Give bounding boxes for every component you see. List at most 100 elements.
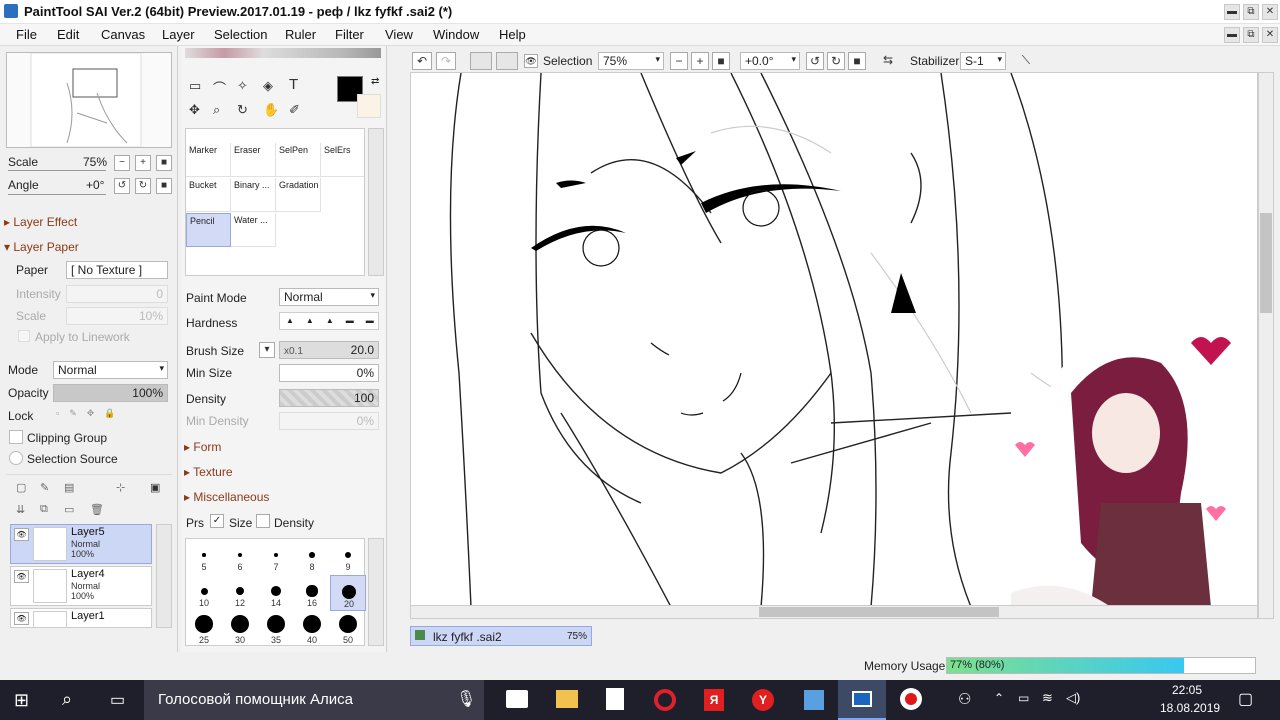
menu-help[interactable]: Help bbox=[499, 27, 526, 42]
visibility-eye-icon[interactable]: 👁 bbox=[14, 528, 29, 541]
layer-effect-header[interactable]: ▸ Layer Effect bbox=[4, 215, 77, 229]
brush-size-preset[interactable]: 8 bbox=[294, 539, 330, 575]
yandex-browser-icon[interactable]: Y bbox=[752, 689, 774, 711]
menu-file[interactable]: File bbox=[16, 27, 37, 42]
visibility-eye-icon[interactable]: 👁 bbox=[14, 612, 29, 625]
rotate-reset-toolbar-button[interactable]: ■ bbox=[848, 52, 866, 70]
brush-size-scrollbar[interactable] bbox=[368, 538, 384, 646]
lock-icons[interactable]: ▫✎✥🔒 bbox=[56, 408, 136, 422]
brush-size-preset[interactable]: 10 bbox=[186, 575, 222, 611]
layer-paper-header[interactable]: ▾ Layer Paper bbox=[4, 240, 79, 254]
brush-size-preset[interactable]: 30 bbox=[222, 611, 258, 647]
brush-size-preset[interactable]: 14 bbox=[258, 575, 294, 611]
clipping-group-checkbox[interactable] bbox=[9, 430, 23, 444]
close-button[interactable]: ✕ bbox=[1262, 4, 1278, 20]
zoom-in-toolbar-button[interactable]: + bbox=[691, 52, 709, 70]
mask-icon[interactable]: ▣ bbox=[150, 481, 160, 494]
yandex-app-icon[interactable]: Я bbox=[704, 689, 724, 711]
color-swatches[interactable] bbox=[185, 48, 381, 58]
rotation-select[interactable]: +0.0° ▾ bbox=[740, 52, 800, 70]
rotate-right-toolbar-button[interactable]: ↻ bbox=[827, 52, 845, 70]
mail-icon[interactable] bbox=[506, 690, 528, 708]
menu-selection[interactable]: Selection bbox=[214, 27, 267, 42]
tool-gradation[interactable]: Gradation bbox=[276, 178, 321, 212]
brush-size-preset[interactable]: 25 bbox=[186, 611, 222, 647]
zoom-out-toolbar-button[interactable]: − bbox=[670, 52, 688, 70]
tool-bucket[interactable]: Bucket bbox=[186, 178, 231, 212]
selection-source-radio[interactable] bbox=[9, 451, 23, 465]
blend-mode-select[interactable]: Normal ▾ bbox=[53, 361, 168, 379]
menu-filter[interactable]: Filter bbox=[335, 27, 364, 42]
new-folder-icon[interactable]: ▤ bbox=[64, 481, 74, 494]
menu-ruler[interactable]: Ruler bbox=[285, 27, 316, 42]
v-scroll-thumb[interactable] bbox=[1260, 213, 1272, 313]
tray-chevron-icon[interactable]: ⌃ bbox=[994, 691, 1004, 705]
doc-minimize-button[interactable]: ▬ bbox=[1224, 27, 1240, 43]
tool-selers[interactable]: SelErs bbox=[321, 143, 364, 177]
doc-close-button[interactable]: ✕ bbox=[1262, 27, 1278, 43]
clock-time[interactable]: 22:05 bbox=[1172, 683, 1202, 697]
brush-size-preset[interactable]: 16 bbox=[294, 575, 330, 611]
zoom-out-button[interactable]: − bbox=[114, 155, 130, 171]
rotate-left-button[interactable]: ↺ bbox=[114, 178, 130, 194]
canvas-v-scrollbar[interactable] bbox=[1258, 72, 1274, 619]
text-tool-icon[interactable]: T bbox=[289, 76, 298, 93]
brush-size-preset[interactable]: 40 bbox=[294, 611, 330, 647]
move-icon[interactable]: ✥ bbox=[189, 102, 200, 118]
menu-edit[interactable]: Edit bbox=[57, 27, 79, 42]
pressure-density-checkbox[interactable] bbox=[256, 514, 270, 528]
menu-canvas[interactable]: Canvas bbox=[101, 27, 145, 42]
new-layer-icon[interactable]: ▢ bbox=[16, 481, 26, 494]
brush-size-preset[interactable]: 35 bbox=[258, 611, 294, 647]
doc-restore-button[interactable]: ⧉ bbox=[1243, 27, 1259, 43]
people-icon[interactable]: ⚇ bbox=[958, 690, 971, 708]
windows-start-icon[interactable]: ⊞ bbox=[14, 690, 29, 711]
secondary-color-swatch[interactable] bbox=[357, 94, 381, 118]
opacity-slider[interactable]: 100% bbox=[53, 384, 168, 402]
min-size-slider[interactable]: 0% bbox=[279, 364, 379, 382]
visibility-eye-icon[interactable]: 👁 bbox=[14, 570, 29, 583]
rotate-left-toolbar-button[interactable]: ↺ bbox=[806, 52, 824, 70]
document-app-icon[interactable] bbox=[606, 688, 624, 710]
tool-watercolor[interactable]: Water ... bbox=[231, 213, 276, 247]
drawing-canvas[interactable] bbox=[410, 72, 1258, 606]
min-density-slider[interactable]: 0% bbox=[279, 412, 379, 430]
alice-search-box[interactable]: Голосовой помощник Алиса 🎙 bbox=[144, 680, 484, 720]
tool-selpen[interactable]: SelPen bbox=[276, 143, 321, 177]
search-icon[interactable]: ⌕ bbox=[62, 689, 72, 710]
delete-layer-icon[interactable]: 🗑 bbox=[90, 503, 104, 516]
layer-row[interactable]: 👁 Layer4 Normal 100% bbox=[10, 566, 152, 606]
layer-list-scrollbar[interactable] bbox=[156, 524, 172, 628]
form-section[interactable]: ▸ Form bbox=[184, 440, 221, 454]
layer-row[interactable]: 👁 Layer5 Normal 100% bbox=[10, 524, 152, 564]
task-view-icon[interactable]: ▭ bbox=[110, 690, 125, 710]
menu-view[interactable]: View bbox=[385, 27, 413, 42]
rotate-reset-button[interactable]: ■ bbox=[156, 178, 172, 194]
zoom-reset-toolbar-button[interactable]: ■ bbox=[712, 52, 730, 70]
volume-icon[interactable]: ◁) bbox=[1066, 690, 1080, 706]
file-explorer-icon[interactable] bbox=[556, 690, 578, 708]
hardness-selector[interactable]: ▲▲▲▬▬ bbox=[279, 312, 379, 330]
invert-select-button[interactable] bbox=[496, 52, 518, 70]
apply-linework-checkbox[interactable] bbox=[18, 330, 30, 342]
density-slider[interactable]: 100 bbox=[279, 389, 379, 407]
menu-layer[interactable]: Layer bbox=[162, 27, 195, 42]
paper-scale-field[interactable]: 10% bbox=[66, 307, 168, 325]
notifications-icon[interactable]: ▢ bbox=[1238, 689, 1253, 709]
rect-select-icon[interactable]: ▭ bbox=[189, 78, 201, 94]
brush-size-preset[interactable]: 9 bbox=[330, 539, 366, 575]
wifi-icon[interactable]: ≋ bbox=[1042, 690, 1053, 706]
undo-button[interactable]: ↶ bbox=[412, 52, 432, 70]
brush-size-preset[interactable]: 5 bbox=[186, 539, 222, 575]
swap-colors-icon[interactable]: ⇄ bbox=[371, 76, 379, 87]
navigator-preview[interactable] bbox=[6, 52, 172, 148]
magic-wand-icon[interactable]: ✧ bbox=[237, 78, 248, 94]
document-tab[interactable]: lkz fyfkf .sai2 75% bbox=[410, 626, 592, 646]
brush-size-preset[interactable]: 6 bbox=[222, 539, 258, 575]
brush-size-preset[interactable]: 20 bbox=[330, 575, 366, 611]
brush-size-preset[interactable]: 7 bbox=[258, 539, 294, 575]
zoom-in-button[interactable]: + bbox=[135, 155, 151, 171]
eyedropper-icon[interactable]: ✐ bbox=[289, 102, 300, 118]
paint-mode-select[interactable]: Normal ▾ bbox=[279, 288, 379, 306]
menu-window[interactable]: Window bbox=[433, 27, 479, 42]
